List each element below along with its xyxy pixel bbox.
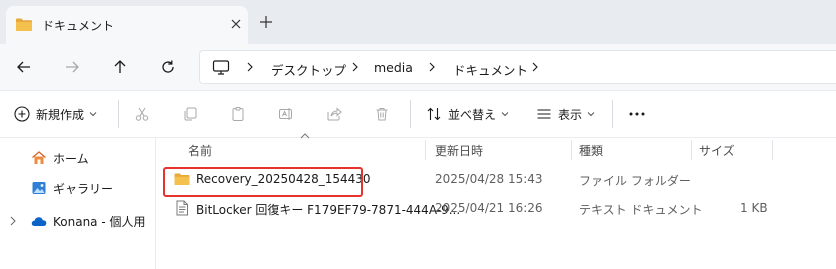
gallery-icon bbox=[32, 182, 46, 194]
navigation-pane: ホーム ギャラリー Konana - 個人用 bbox=[0, 138, 156, 269]
back-arrow-icon[interactable] bbox=[14, 57, 34, 77]
sort-button-label: 並べ替え bbox=[448, 107, 497, 122]
file-type: ファイル フォルダー bbox=[579, 174, 691, 188]
column-header-name[interactable]: 名前 bbox=[188, 138, 212, 162]
refresh-icon[interactable] bbox=[158, 57, 178, 77]
command-bar: 新規作成 並べ替え 表示 bbox=[0, 90, 836, 138]
file-list: 名前 更新日時 種類 サイズ Recovery_20250428_154430 … bbox=[157, 133, 836, 269]
breadcrumb-media[interactable]: media bbox=[374, 60, 413, 75]
copy-icon bbox=[184, 107, 197, 121]
file-type: テキスト ドキュメント bbox=[579, 203, 703, 217]
sidebar-item-gallery[interactable]: ギャラリー bbox=[0, 176, 155, 200]
plus-circle-icon bbox=[14, 106, 30, 122]
divider bbox=[612, 100, 613, 128]
clipboard-icon bbox=[232, 107, 244, 121]
sidebar-item-label: Konana - 個人用 bbox=[53, 215, 146, 229]
view-button[interactable]: 表示 bbox=[536, 91, 595, 137]
sort-ascending-caret-icon[interactable] bbox=[300, 133, 310, 139]
share-button[interactable] bbox=[326, 91, 342, 137]
chevron-right-icon[interactable] bbox=[529, 60, 541, 74]
table-row[interactable]: BitLocker 回復キー F179EF79-7871-444A-9... 2… bbox=[157, 195, 836, 221]
divider bbox=[118, 100, 119, 128]
list-view-icon bbox=[537, 109, 551, 119]
view-button-label: 表示 bbox=[558, 107, 583, 122]
address-bar[interactable]: デスクトップ media ドキュメント bbox=[199, 50, 836, 84]
sort-button[interactable]: 並べ替え bbox=[426, 91, 509, 137]
delete-button[interactable] bbox=[374, 91, 390, 137]
chevron-down-icon bbox=[501, 112, 509, 117]
new-button-label: 新規作成 bbox=[36, 107, 85, 122]
chevron-right-icon[interactable] bbox=[9, 216, 17, 226]
highlight-box bbox=[163, 167, 363, 197]
trash-icon bbox=[376, 108, 388, 121]
new-tab-plus-icon[interactable] bbox=[258, 14, 274, 30]
tab-documents[interactable]: ドキュメント bbox=[6, 6, 248, 44]
file-name: BitLocker 回復キー F179EF79-7871-444A-9... bbox=[196, 203, 461, 217]
up-arrow-icon[interactable] bbox=[110, 57, 130, 77]
chevron-right-icon[interactable] bbox=[349, 60, 361, 74]
column-divider[interactable] bbox=[691, 140, 692, 160]
chevron-right-icon[interactable] bbox=[426, 60, 438, 74]
cut-button[interactable] bbox=[134, 91, 150, 137]
more-options-button[interactable] bbox=[628, 91, 646, 137]
chevron-down-icon bbox=[587, 112, 595, 117]
share-icon bbox=[327, 107, 342, 121]
divider bbox=[410, 100, 411, 128]
this-pc-icon[interactable] bbox=[212, 60, 230, 75]
onedrive-cloud-icon bbox=[31, 217, 47, 226]
sidebar-item-label: ホーム bbox=[53, 152, 89, 166]
navigation-row: デスクトップ media ドキュメント bbox=[0, 44, 836, 90]
sidebar-item-label: ギャラリー bbox=[53, 182, 114, 196]
tab-strip: ドキュメント bbox=[0, 0, 836, 44]
table-row[interactable]: Recovery_20250428_154430 2025/04/28 15:4… bbox=[157, 166, 836, 197]
tab-title: ドキュメント bbox=[42, 19, 115, 33]
copy-button[interactable] bbox=[182, 91, 198, 137]
folder-icon bbox=[16, 18, 32, 31]
home-icon bbox=[32, 151, 46, 164]
text-file-icon bbox=[176, 200, 188, 216]
more-dots-icon bbox=[629, 112, 645, 116]
column-divider[interactable] bbox=[772, 140, 773, 160]
forward-arrow-icon[interactable] bbox=[62, 57, 82, 77]
chevron-down-icon bbox=[89, 112, 97, 117]
column-header-size[interactable]: サイズ bbox=[699, 138, 735, 162]
rename-icon bbox=[279, 108, 292, 120]
chevron-right-icon[interactable] bbox=[244, 60, 256, 74]
rename-button[interactable] bbox=[278, 91, 294, 137]
sidebar-item-onedrive[interactable]: Konana - 個人用 bbox=[0, 209, 155, 233]
close-icon[interactable] bbox=[228, 16, 244, 32]
new-button[interactable]: 新規作成 bbox=[14, 91, 97, 137]
file-modified: 2025/04/21 16:26 bbox=[435, 201, 543, 215]
sidebar-item-home[interactable]: ホーム bbox=[0, 146, 155, 170]
scissors-icon bbox=[135, 107, 149, 121]
file-size: 1 KB bbox=[740, 201, 768, 215]
paste-button[interactable] bbox=[230, 91, 246, 137]
sort-arrows-icon bbox=[427, 107, 441, 121]
breadcrumb-desktop[interactable]: デスクトップ bbox=[271, 60, 346, 79]
column-header-type[interactable]: 種類 bbox=[579, 138, 603, 162]
column-divider[interactable] bbox=[425, 140, 426, 160]
breadcrumb-documents[interactable]: ドキュメント bbox=[453, 60, 528, 79]
file-modified: 2025/04/28 15:43 bbox=[435, 172, 543, 186]
column-header-modified[interactable]: 更新日時 bbox=[435, 138, 483, 162]
column-divider[interactable] bbox=[571, 140, 572, 160]
